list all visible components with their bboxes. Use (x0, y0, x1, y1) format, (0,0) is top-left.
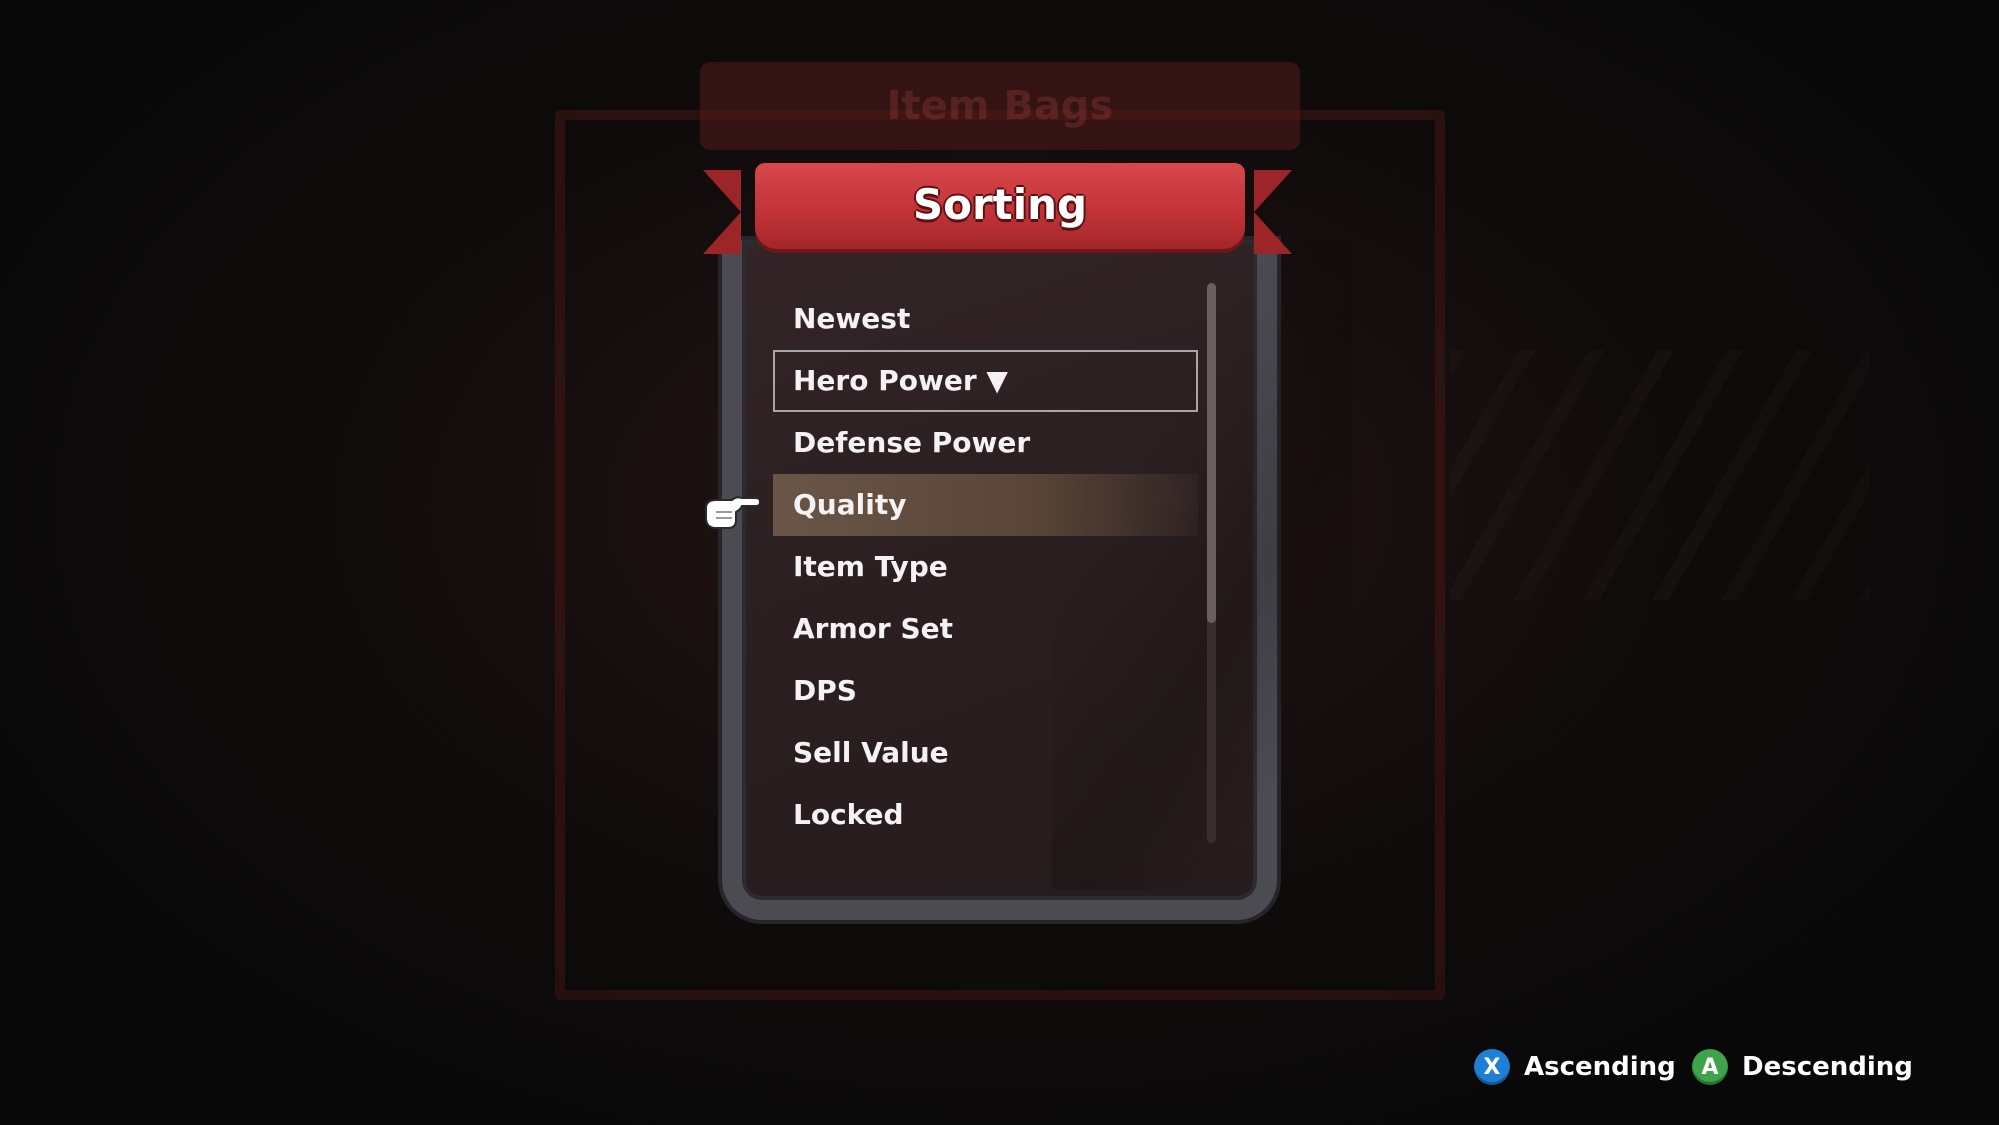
scrollbar-thumb[interactable] (1207, 283, 1216, 623)
sort-option-quality[interactable]: Quality (773, 474, 1198, 536)
dialog-title: Sorting (912, 180, 1088, 229)
sort-option-armor-set[interactable]: Armor Set (773, 598, 1198, 660)
sort-option-item-type[interactable]: Item Type (773, 536, 1198, 598)
descending-prompt[interactable]: A Descending (1692, 1045, 1913, 1089)
scrollbar[interactable] (1207, 283, 1216, 843)
descending-label: Descending (1742, 1052, 1913, 1082)
sort-option-newest[interactable]: Newest (773, 288, 1198, 350)
sort-option-defense-power[interactable]: Defense Power (773, 412, 1198, 474)
pointing-hand-icon (705, 496, 760, 529)
ascending-label: Ascending (1524, 1052, 1676, 1082)
x-button-icon: X (1474, 1049, 1510, 1085)
sort-option-sell-value[interactable]: Sell Value (773, 722, 1198, 784)
banner-ribbon-right (1254, 170, 1292, 254)
banner-ribbon-left (703, 170, 741, 254)
background-decoration (1450, 350, 1870, 600)
background-menu-title: Item Bags (886, 83, 1114, 129)
ascending-prompt[interactable]: X Ascending (1474, 1045, 1676, 1089)
sort-option-dps[interactable]: DPS (773, 660, 1198, 722)
a-button-icon: A (1692, 1049, 1728, 1085)
sort-option-hero-power[interactable]: Hero Power ▼ (773, 350, 1198, 412)
sort-options-list: Newest Hero Power ▼ Defense Power Qualit… (773, 288, 1198, 846)
sort-option-locked[interactable]: Locked (773, 784, 1198, 846)
